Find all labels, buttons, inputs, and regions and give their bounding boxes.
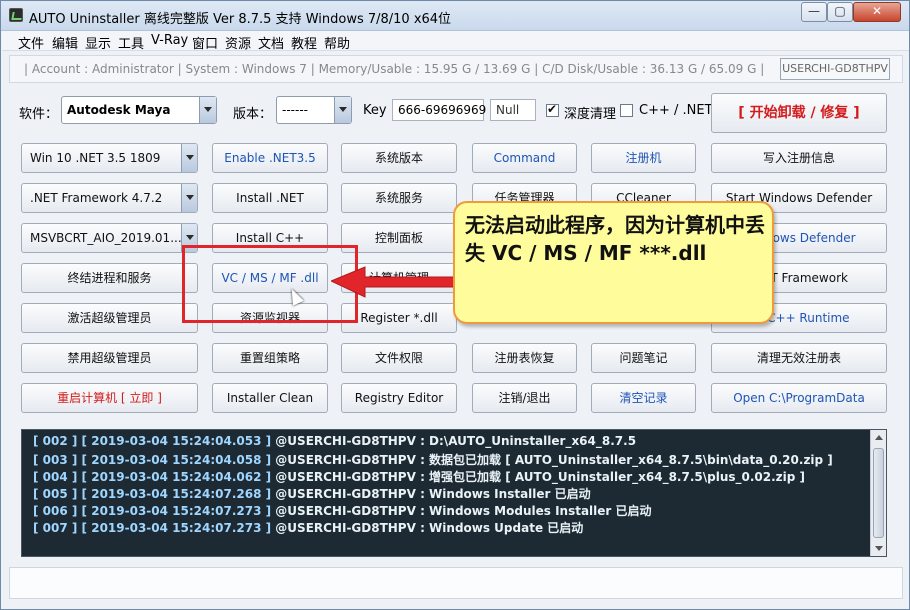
log-scrollbar[interactable] [870, 430, 886, 556]
error-callout: 无法启动此程序，因为计算机中丢失 VC / MS / MF ***.dll [453, 201, 774, 324]
chevron-down-icon [199, 97, 216, 123]
msvbcrt-label: MSVBCRT_AIO_2019.01... [30, 231, 182, 245]
menu-edit[interactable]: 编辑 [52, 33, 78, 52]
log-line-text: @USERCHI-GD8THPV : D:\AUTO_Uninstaller_x… [271, 434, 637, 448]
clear-log-button[interactable]: 清空记录 [591, 383, 696, 413]
log-line-prefix: [ 007 ] [ 2019-03-04 15:24:07.273 ] [33, 521, 272, 535]
app-window: AUTO Uninstaller 离线完整版 Ver 8.7.5 支持 Wind… [0, 0, 910, 610]
install-net-button[interactable]: Install .NET [212, 183, 328, 213]
title-bar: AUTO Uninstaller 离线完整版 Ver 8.7.5 支持 Wind… [1, 1, 909, 31]
file-permissions-button[interactable]: 文件权限 [341, 343, 457, 373]
log-line-prefix: [ 005 ] [ 2019-03-04 15:24:07.268 ] [33, 487, 272, 501]
win10-net35-label: Win 10 .NET 3.5 1809 [30, 151, 161, 165]
log-line: [ 003 ] [ 2019-03-04 15:24:04.058 ] @USE… [33, 451, 833, 468]
minimize-button[interactable]: — [801, 2, 827, 22]
software-select-value: Autodesk Maya [67, 103, 171, 117]
kill-processes-button[interactable]: 终结进程和服务 [21, 263, 198, 293]
log-line: [ 002 ] [ 2019-03-04 15:24:04.053 ] @USE… [33, 434, 636, 448]
software-select[interactable]: Autodesk Maya [61, 96, 217, 124]
keygen-button[interactable]: 注册机 [591, 143, 696, 173]
log-line: [ 006 ] [ 2019-03-04 15:24:07.273 ] @USE… [33, 502, 652, 519]
close-button[interactable]: ✕ [853, 2, 901, 22]
menu-docs[interactable]: 文档 [258, 33, 284, 52]
enable-super-admin-button[interactable]: 激活超级管理员 [21, 303, 198, 333]
system-info-text: | Account : Administrator | System : Win… [24, 62, 765, 76]
menu-view[interactable]: 显示 [85, 33, 111, 52]
system-services-button[interactable]: 系统服务 [341, 183, 457, 213]
menu-vray[interactable]: V-Ray [151, 33, 188, 48]
net-framework-label: .NET Framework 4.7.2 [30, 191, 163, 205]
issue-notes-button[interactable]: 问题笔记 [591, 343, 696, 373]
version-label: 版本： [233, 107, 273, 122]
hostname-box: USERCHI-GD8THPV [780, 58, 890, 80]
log-line-prefix: [ 002 ] [ 2019-03-04 15:24:04.053 ] [33, 434, 272, 448]
null-input[interactable]: Null [490, 99, 536, 121]
log-line-text: @USERCHI-GD8THPV : Windows Update 已启动 [271, 521, 584, 535]
log-line: [ 005 ] [ 2019-03-04 15:24:07.268 ] @USE… [33, 485, 591, 502]
enable-net35-button[interactable]: Enable .NET3.5 [212, 143, 328, 173]
deep-clean-label: 深度清理 [564, 107, 617, 122]
log-line-prefix: [ 006 ] [ 2019-03-04 15:24:07.273 ] [33, 504, 272, 518]
log-line: [ 004 ] [ 2019-03-04 15:24:04.062 ] @USE… [33, 468, 805, 485]
version-select[interactable]: ------ [276, 96, 352, 124]
system-version-button[interactable]: 系统版本 [341, 143, 457, 173]
menu-tools[interactable]: 工具 [118, 33, 144, 52]
log-line-text: @USERCHI-GD8THPV : 增强包已加载 [ AUTO_Uninsta… [271, 470, 806, 484]
control-panel-button[interactable]: 控制面板 [341, 223, 457, 253]
register-dll-button[interactable]: Register *.dll [341, 303, 457, 333]
installer-clean-button[interactable]: Installer Clean [212, 383, 328, 413]
chevron-down-icon [181, 144, 197, 172]
registry-restore-button[interactable]: 注册表恢复 [472, 343, 577, 373]
msvbcrt-select[interactable]: MSVBCRT_AIO_2019.01... [21, 223, 198, 253]
menu-window[interactable]: 窗口 [192, 33, 218, 52]
menu-bar: 文件 编辑 显示 工具 V-Ray 窗口 资源 文档 教程 帮助 [2, 31, 909, 52]
cpp-net-checkbox[interactable] [620, 104, 633, 117]
registry-editor-button[interactable]: Registry Editor [341, 383, 457, 413]
log-line-prefix: [ 004 ] [ 2019-03-04 15:24:04.062 ] [33, 470, 272, 484]
system-status-panel: | Account : Administrator | System : Win… [9, 55, 903, 83]
net-framework-select[interactable]: .NET Framework 4.7.2 [21, 183, 198, 213]
log-line-text: @USERCHI-GD8THPV : Windows Installer 已启动 [271, 487, 591, 501]
write-registration-button[interactable]: 写入注册信息 [711, 143, 887, 173]
deep-clean-checkbox[interactable] [546, 102, 559, 117]
chevron-down-icon [181, 184, 197, 212]
chevron-down-icon [334, 97, 351, 123]
bottom-status-bar [9, 567, 903, 599]
log-line-prefix: [ 003 ] [ 2019-03-04 15:24:04.058 ] [33, 453, 272, 467]
version-select-value: ------ [282, 103, 308, 117]
restart-now-button[interactable]: 重启计算机 [ 立即 ] [21, 383, 198, 413]
log-line-text: @USERCHI-GD8THPV : Windows Modules Insta… [271, 504, 652, 518]
command-button[interactable]: Command [472, 143, 577, 173]
reset-group-policy-button[interactable]: 重置组策略 [212, 343, 328, 373]
logoff-exit-button[interactable]: 注销/退出 [472, 383, 577, 413]
cpp-net-label: C++ / .NET [639, 103, 713, 118]
key-label: Key [363, 103, 387, 118]
scroll-up-icon[interactable] [871, 430, 886, 446]
app-icon [9, 8, 23, 22]
menu-tutorials[interactable]: 教程 [291, 33, 317, 52]
window-title: AUTO Uninstaller 离线完整版 Ver 8.7.5 支持 Wind… [29, 12, 452, 27]
menu-resources[interactable]: 资源 [225, 33, 251, 52]
key-input[interactable]: 666-69696969 [392, 99, 486, 121]
maximize-button[interactable]: ▢ [827, 2, 853, 22]
error-callout-text: 无法启动此程序，因为计算机中丢失 VC / MS / MF ***.dll [465, 213, 765, 265]
start-uninstall-button[interactable]: [ 开始卸载 / 修复 ] [711, 93, 887, 133]
log-line-text: @USERCHI-GD8THPV : 数据包已加载 [ AUTO_Uninsta… [271, 453, 833, 467]
open-programdata-button[interactable]: Open C:\ProgramData [711, 383, 887, 413]
menu-help[interactable]: 帮助 [324, 33, 350, 52]
annotation-arrow [331, 266, 458, 298]
log-console[interactable]: [ 002 ] [ 2019-03-04 15:24:04.053 ] @USE… [21, 429, 887, 557]
software-label: 软件： [19, 107, 59, 122]
scroll-down-icon[interactable] [871, 540, 886, 556]
log-line: [ 007 ] [ 2019-03-04 15:24:07.273 ] @USE… [33, 519, 583, 536]
disable-super-admin-button[interactable]: 禁用超级管理员 [21, 343, 198, 373]
win10-net35-select[interactable]: Win 10 .NET 3.5 1809 [21, 143, 198, 173]
clean-invalid-registry-button[interactable]: 清理无效注册表 [711, 343, 887, 373]
menu-file[interactable]: 文件 [18, 33, 44, 52]
scroll-thumb[interactable] [873, 448, 884, 538]
